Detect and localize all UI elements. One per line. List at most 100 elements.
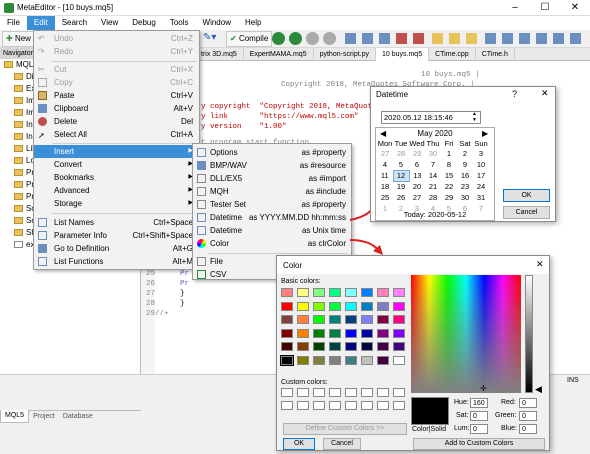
calendar-month[interactable]: May 2020 [376, 129, 494, 138]
bookmark-icon[interactable] [432, 33, 443, 44]
basic-color-swatch[interactable] [329, 301, 341, 311]
menu-help[interactable]: Help [238, 16, 268, 30]
basic-color-swatch[interactable] [329, 355, 341, 365]
menu-item-redo[interactable]: ↷ Redo Ctrl+Y [34, 45, 199, 58]
calendar-day[interactable]: 20 [409, 181, 425, 192]
menu-item-undo[interactable]: ↶ Undo Ctrl+Z [34, 32, 199, 45]
close-icon[interactable]: ✕ [536, 259, 544, 270]
calendar-day[interactable]: 27 [409, 192, 425, 203]
calendar-day[interactable]: 15 [441, 170, 457, 181]
next-month-icon[interactable]: ▶ [482, 129, 488, 138]
menu-item-delete[interactable]: Delete Del [34, 115, 199, 128]
basic-color-swatch[interactable] [281, 328, 293, 338]
tab-database[interactable]: Database [59, 411, 97, 423]
calendar-day[interactable]: 16 [457, 170, 473, 181]
basic-color-swatch[interactable] [377, 355, 389, 365]
basic-color-swatch[interactable] [313, 342, 325, 351]
custom-color-swatch[interactable] [377, 388, 389, 397]
comment-icon[interactable] [519, 33, 530, 44]
menu-item-paste[interactable]: Paste Ctrl+V [34, 89, 199, 102]
file-tab[interactable]: CTime.cpp [429, 47, 476, 61]
prev-bookmark-icon[interactable] [466, 33, 477, 44]
calendar-day[interactable]: 30 [457, 192, 473, 203]
add-to-custom-colors-button[interactable]: Add to Custom Colors [413, 438, 545, 450]
styler-icon[interactable] [553, 33, 564, 44]
basic-color-swatch[interactable] [329, 315, 341, 324]
calendar-today[interactable]: Today: 2020-05-12 [376, 210, 494, 219]
basic-color-swatch[interactable] [345, 315, 357, 324]
tab-mql5[interactable]: MQL5 [0, 410, 30, 423]
menu-item-go-to-definition[interactable]: Go to Definition Alt+G [34, 242, 199, 255]
file-tab-active[interactable]: 10 buys.mq5 [376, 47, 430, 61]
ok-button[interactable]: OK [283, 438, 315, 450]
cancel-button[interactable]: Cancel [323, 438, 361, 450]
compile-button[interactable]: ✔ Compile [226, 31, 273, 47]
menu-edit[interactable]: Edit [26, 16, 55, 30]
crosshair-icon[interactable]: ✛ [480, 384, 487, 393]
menu-item-cut[interactable]: ✂ Cut Ctrl+X [34, 63, 199, 76]
custom-color-swatch[interactable] [281, 401, 293, 410]
menu-item-clipboard[interactable]: Clipboard Alt+V [34, 102, 199, 115]
basic-color-swatch[interactable] [393, 315, 405, 324]
menu-debug[interactable]: Debug [125, 16, 163, 30]
menu-item-list-functions[interactable]: List Functions Alt+M [34, 255, 199, 268]
basic-color-swatch[interactable] [393, 301, 405, 311]
help-icon[interactable]: ? [512, 89, 517, 99]
step-out-icon[interactable] [379, 33, 390, 44]
custom-color-swatch[interactable] [329, 388, 341, 397]
menu-item-insert[interactable]: Insert ▶ [34, 145, 199, 158]
file-tab[interactable]: python-script.py [314, 47, 377, 61]
cancel-button[interactable]: Cancel [503, 206, 550, 219]
calendar-day[interactable]: 23 [457, 181, 473, 192]
custom-color-swatch[interactable] [313, 401, 325, 410]
basic-color-swatch[interactable] [297, 315, 309, 324]
lum-input[interactable]: 0 [470, 424, 488, 434]
menu-item-list-names[interactable]: List Names Ctrl+Space [34, 216, 199, 229]
stop-icon[interactable] [323, 32, 336, 45]
submenu-item-mqh[interactable]: MQH as #include [193, 185, 351, 198]
close-icon[interactable]: ✕ [560, 0, 590, 16]
basic-color-swatch[interactable] [329, 288, 341, 297]
tab-project[interactable]: Project [29, 411, 59, 423]
calendar-day[interactable]: 1 [441, 148, 457, 159]
calendar-day[interactable]: 27 [377, 148, 393, 159]
custom-color-swatch[interactable] [361, 401, 373, 410]
submenu-item-datetime-unix[interactable]: Datetime as Unix time [193, 224, 351, 237]
calendar-day[interactable]: 10 [473, 159, 489, 170]
luminance-arrow-icon[interactable]: ◀ [535, 384, 542, 395]
pause-icon[interactable] [306, 32, 319, 45]
calendar-day-selected[interactable]: 12 [392, 169, 410, 182]
basic-color-swatch[interactable] [280, 354, 294, 366]
remove-breakpoints-icon[interactable] [413, 33, 424, 44]
calendar-day[interactable]: 9 [457, 159, 473, 170]
custom-color-swatch[interactable] [345, 401, 357, 410]
basic-color-swatch[interactable] [361, 355, 373, 365]
calendar-day[interactable]: 8 [441, 159, 457, 170]
red-input[interactable]: 0 [519, 398, 537, 408]
basic-color-swatch[interactable] [297, 328, 309, 338]
custom-color-swatch[interactable] [313, 388, 325, 397]
menu-window[interactable]: Window [196, 16, 238, 30]
basic-color-swatch[interactable] [281, 288, 293, 297]
calendar-day[interactable]: 11 [377, 170, 393, 181]
calendar-day[interactable]: 28 [393, 148, 409, 159]
basic-color-swatch[interactable] [377, 288, 389, 297]
basic-color-swatch[interactable] [313, 328, 325, 338]
start-history-icon[interactable] [289, 32, 302, 45]
maximize-icon[interactable]: ☐ [530, 0, 560, 16]
custom-color-swatch[interactable] [345, 388, 357, 397]
basic-color-swatch[interactable] [281, 315, 293, 324]
basic-color-swatch[interactable] [361, 315, 373, 324]
calendar-day[interactable]: 25 [377, 192, 393, 203]
menu-file[interactable]: File [0, 16, 27, 30]
sat-input[interactable]: 0 [470, 411, 488, 421]
calendar-day[interactable]: 3 [473, 148, 489, 159]
custom-color-swatch[interactable] [377, 401, 389, 410]
file-tab[interactable]: CTime.h [476, 47, 515, 61]
new-button[interactable]: ✚ New [2, 31, 35, 47]
calendar-day[interactable]: 26 [393, 192, 409, 203]
calendar-day[interactable]: 28 [425, 192, 441, 203]
menu-item-copy[interactable]: Copy Ctrl+C [34, 76, 199, 89]
custom-color-swatch[interactable] [393, 401, 405, 410]
basic-color-swatch[interactable] [281, 301, 293, 311]
